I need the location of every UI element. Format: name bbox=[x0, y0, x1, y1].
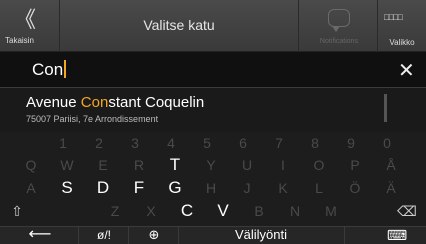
search-input[interactable]: Con bbox=[32, 60, 67, 80]
key-ä[interactable]: Ä bbox=[376, 179, 406, 197]
key-q[interactable]: Q bbox=[16, 156, 46, 174]
back-button[interactable]: 《 Takaisin bbox=[0, 0, 60, 52]
back-label: Takaisin bbox=[5, 36, 34, 45]
key-u[interactable]: U bbox=[232, 156, 262, 174]
key-l[interactable]: L bbox=[304, 179, 334, 197]
divider bbox=[128, 226, 129, 244]
key-7[interactable]: 7 bbox=[264, 134, 294, 152]
key-4[interactable]: 4 bbox=[156, 134, 186, 152]
key-6[interactable]: 6 bbox=[228, 134, 258, 152]
key-d[interactable]: D bbox=[88, 179, 118, 197]
key-9[interactable]: 9 bbox=[336, 134, 366, 152]
results-list: Avenue Constant Coquelin 75007 Pariisi, … bbox=[0, 88, 426, 132]
key-s[interactable]: S bbox=[52, 179, 82, 197]
key-w[interactable]: W bbox=[52, 156, 82, 174]
symbols-key[interactable]: ø/! bbox=[82, 226, 126, 244]
key-2[interactable]: 2 bbox=[84, 134, 114, 152]
backspace-icon[interactable]: ⌫ bbox=[392, 202, 422, 220]
space-key[interactable]: Välilyönti bbox=[178, 226, 344, 244]
key-p[interactable]: P bbox=[340, 156, 370, 174]
shift-icon[interactable]: ⇧ bbox=[2, 202, 32, 220]
result-subtitle: 75007 Pariisi, 7e Arrondissement bbox=[26, 114, 159, 124]
key-o[interactable]: O bbox=[304, 156, 334, 174]
key-t[interactable]: T bbox=[160, 156, 190, 174]
key-b[interactable]: B bbox=[244, 202, 274, 220]
key-h[interactable]: H bbox=[196, 179, 226, 197]
key-v[interactable]: V bbox=[208, 202, 238, 220]
menu-label: Valikko bbox=[389, 38, 415, 47]
key-n[interactable]: N bbox=[280, 202, 310, 220]
key-f[interactable]: F bbox=[124, 179, 154, 197]
key-k[interactable]: K bbox=[268, 179, 298, 197]
speech-bubble-icon bbox=[328, 9, 350, 32]
result-title: Avenue Constant Coquelin bbox=[26, 94, 205, 111]
notifications-label: Notifications bbox=[319, 38, 359, 45]
key-x[interactable]: X bbox=[136, 202, 166, 220]
key-y[interactable]: Y bbox=[196, 156, 226, 174]
notifications-button[interactable]: Notifications bbox=[298, 0, 378, 52]
page-title: Valitse katu bbox=[143, 17, 215, 33]
search-input-row[interactable]: Con ✕ bbox=[0, 52, 426, 88]
key-3[interactable]: 3 bbox=[120, 134, 150, 152]
keyboard-icon[interactable]: ⌨ bbox=[372, 226, 422, 244]
key-8[interactable]: 8 bbox=[300, 134, 330, 152]
globe-icon[interactable]: ⊕ bbox=[132, 226, 176, 244]
key-i[interactable]: I bbox=[268, 156, 298, 174]
key-å[interactable]: Å bbox=[376, 156, 406, 174]
divider bbox=[344, 226, 345, 244]
key-r[interactable]: R bbox=[124, 156, 154, 174]
key-e[interactable]: E bbox=[88, 156, 118, 174]
clear-icon[interactable]: ✕ bbox=[398, 58, 415, 83]
key-c[interactable]: C bbox=[172, 202, 202, 220]
key-a[interactable]: A bbox=[16, 179, 46, 197]
key-ö[interactable]: Ö bbox=[340, 179, 370, 197]
menu-grid-icon: □□□□ bbox=[384, 12, 403, 22]
key-1[interactable]: 1 bbox=[48, 134, 78, 152]
divider bbox=[78, 226, 79, 244]
menu-button[interactable]: □□□□ Valikko bbox=[378, 0, 426, 52]
list-item[interactable]: Avenue Constant Coquelin 75007 Pariisi, … bbox=[0, 88, 426, 132]
text-caret bbox=[64, 60, 67, 78]
key-0[interactable]: 0 bbox=[372, 134, 402, 152]
key-z[interactable]: Z bbox=[100, 202, 130, 220]
key-j[interactable]: J bbox=[232, 179, 262, 197]
key-g[interactable]: G bbox=[160, 179, 190, 197]
key-m[interactable]: M bbox=[316, 202, 346, 220]
key-5[interactable]: 5 bbox=[192, 134, 222, 152]
top-bar: 《 Takaisin Valitse katu Notifications □□… bbox=[0, 0, 426, 52]
scrollbar[interactable] bbox=[384, 94, 387, 122]
arrow-left-icon[interactable]: ⟵ bbox=[18, 226, 62, 244]
double-chevron-left-icon: 《 bbox=[14, 7, 36, 32]
